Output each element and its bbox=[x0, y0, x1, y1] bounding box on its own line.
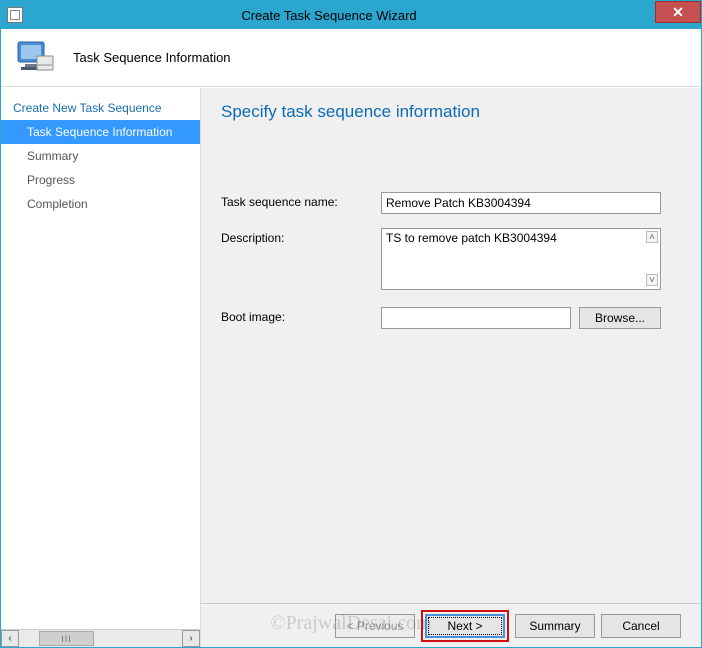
description-input[interactable] bbox=[381, 228, 661, 290]
boot-image-input[interactable] bbox=[381, 307, 571, 329]
label-description: Description: bbox=[221, 228, 381, 245]
computer-icon bbox=[15, 38, 57, 78]
sidebar: Create New Task Sequence Task Sequence I… bbox=[1, 88, 201, 647]
next-highlight: Next > bbox=[421, 610, 509, 642]
label-boot-image: Boot image: bbox=[221, 307, 381, 324]
cancel-button[interactable]: Cancel bbox=[601, 614, 681, 638]
page-title: Specify task sequence information bbox=[221, 102, 681, 122]
textarea-scroll-up-icon[interactable]: ˄ bbox=[646, 231, 658, 243]
task-name-input[interactable] bbox=[381, 192, 661, 214]
sidebar-scrollbar[interactable]: ‹ III › bbox=[1, 629, 200, 647]
app-icon bbox=[7, 7, 23, 23]
scroll-left-button[interactable]: ‹ bbox=[1, 630, 19, 647]
row-name: Task sequence name: bbox=[221, 192, 681, 214]
textarea-scroll-down-icon[interactable]: ˅ bbox=[646, 274, 658, 286]
window-title: Create Task Sequence Wizard bbox=[3, 8, 655, 23]
previous-button: < Previous bbox=[335, 614, 415, 638]
close-button[interactable]: ✕ bbox=[655, 1, 701, 23]
scroll-right-button[interactable]: › bbox=[182, 630, 200, 647]
header-band: Task Sequence Information bbox=[1, 29, 701, 87]
titlebar: Create Task Sequence Wizard ✕ bbox=[1, 1, 701, 29]
scroll-thumb[interactable]: III bbox=[39, 631, 94, 646]
scroll-track[interactable]: III bbox=[19, 630, 182, 647]
row-boot-image: Boot image: Browse... bbox=[221, 307, 681, 329]
wizard-window: Create Task Sequence Wizard ✕ Task Seque… bbox=[0, 0, 702, 648]
row-description: Description: ˄ ˅ bbox=[221, 228, 681, 293]
label-name: Task sequence name: bbox=[221, 192, 381, 209]
nav-task-sequence-info[interactable]: Task Sequence Information bbox=[1, 120, 200, 144]
header-subtitle: Task Sequence Information bbox=[73, 50, 231, 65]
nav-create-new[interactable]: Create New Task Sequence bbox=[1, 96, 200, 120]
summary-button[interactable]: Summary bbox=[515, 614, 595, 638]
nav-summary[interactable]: Summary bbox=[1, 144, 200, 168]
nav-completion[interactable]: Completion bbox=[1, 192, 200, 216]
nav-progress[interactable]: Progress bbox=[1, 168, 200, 192]
next-button[interactable]: Next > bbox=[425, 614, 505, 638]
main-panel: Specify task sequence information Task s… bbox=[201, 88, 701, 647]
body: Create New Task Sequence Task Sequence I… bbox=[1, 88, 701, 647]
footer: < Previous Next > Summary Cancel bbox=[201, 603, 701, 647]
browse-button[interactable]: Browse... bbox=[579, 307, 661, 329]
